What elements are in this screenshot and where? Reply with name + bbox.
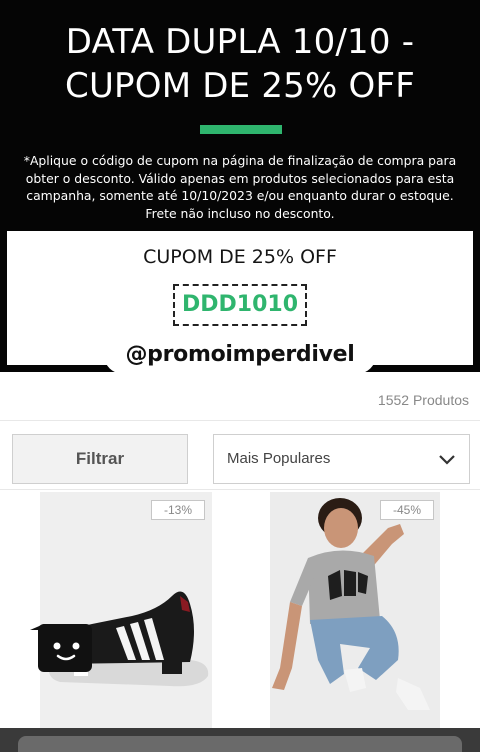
product-image-model bbox=[270, 492, 440, 728]
accent-bar bbox=[200, 125, 282, 134]
banner-notice: *Aplique o código de cupom na página de … bbox=[23, 153, 457, 221]
watermark-handle: @promoimperdivel bbox=[104, 336, 376, 374]
promo-banner: DATA DUPLA 10/10 - CUPOM DE 25% OFF *Apl… bbox=[0, 0, 480, 372]
product-card[interactable] bbox=[40, 492, 212, 728]
product-card[interactable] bbox=[270, 492, 440, 728]
divider bbox=[0, 489, 480, 490]
sort-select[interactable]: Mais Populares bbox=[213, 434, 470, 484]
coupon-heading: CUPOM DE 25% OFF bbox=[143, 246, 337, 268]
bottom-sheet-handle[interactable] bbox=[18, 736, 462, 752]
banner-title: DATA DUPLA 10/10 - CUPOM DE 25% OFF bbox=[0, 20, 480, 108]
discount-badge: -13% bbox=[151, 500, 205, 520]
divider bbox=[0, 420, 480, 421]
chat-bot-icon[interactable] bbox=[30, 624, 94, 674]
discount-badge: -45% bbox=[380, 500, 434, 520]
filter-button[interactable]: Filtrar bbox=[12, 434, 188, 484]
chevron-down-icon bbox=[439, 455, 455, 465]
product-count: 1552 Produtos bbox=[377, 392, 469, 408]
banner-title-line2: CUPOM DE 25% OFF bbox=[65, 66, 415, 106]
product-image-sneaker bbox=[40, 492, 212, 728]
coupon-code[interactable]: DDD1010 bbox=[173, 284, 307, 326]
sort-selected-value: Mais Populares bbox=[227, 450, 331, 467]
bottom-bar bbox=[0, 728, 480, 752]
banner-title-line1: DATA DUPLA 10/10 - bbox=[65, 22, 415, 62]
